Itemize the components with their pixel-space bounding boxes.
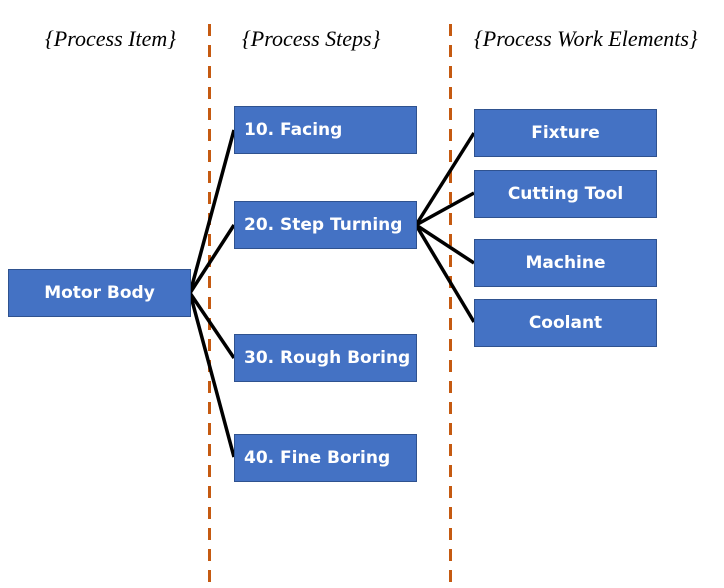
connector-item-to-step-20 — [188, 224, 236, 294]
process-step-box[interactable]: 40. Fine Boring — [234, 434, 417, 482]
process-step-box[interactable]: 20. Step Turning — [234, 201, 417, 249]
work-element-box[interactable]: Coolant — [474, 299, 657, 347]
connector-step-to-machine — [415, 223, 475, 265]
connector-item-to-step-40 — [188, 292, 236, 458]
connector-item-to-step-30 — [188, 292, 236, 359]
connector-item-to-step-10 — [188, 129, 236, 294]
connector-step-to-coolant — [414, 224, 476, 323]
process-step-box[interactable]: 10. Facing — [234, 106, 417, 154]
process-step-box[interactable]: 30. Rough Boring — [234, 334, 417, 382]
work-element-box[interactable]: Machine — [474, 239, 657, 287]
connector-step-to-fixture — [414, 132, 476, 226]
work-element-box[interactable]: Cutting Tool — [474, 170, 657, 218]
process-item-box[interactable]: Motor Body — [8, 269, 191, 317]
work-element-box[interactable]: Fixture — [474, 109, 657, 157]
